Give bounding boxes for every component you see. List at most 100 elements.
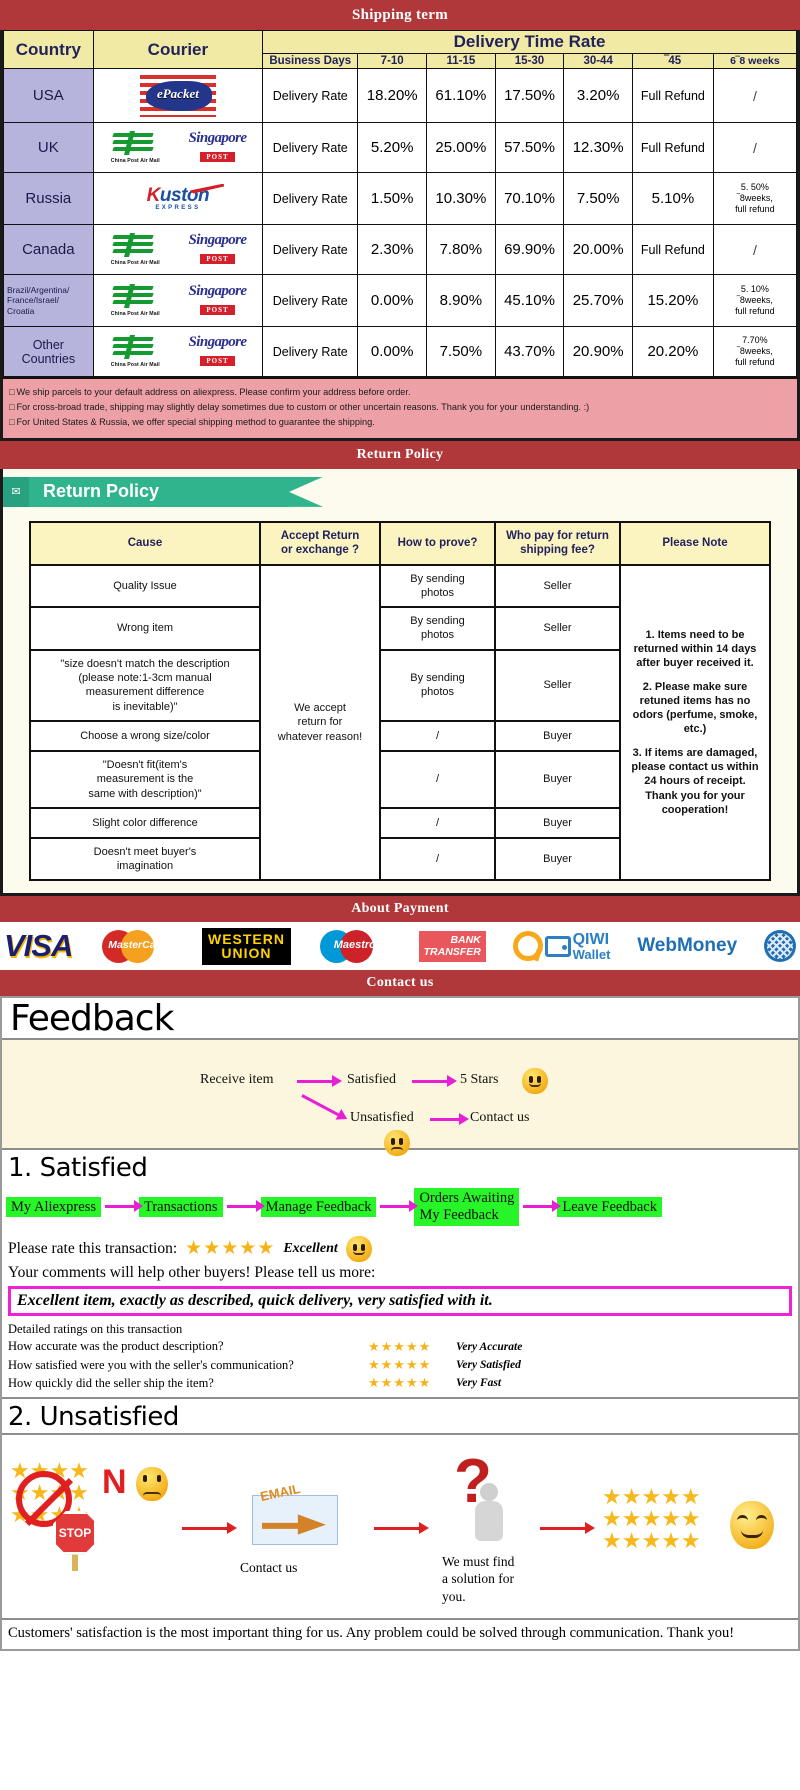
rating-answer: Very Accurate [456, 1341, 523, 1354]
kuston-express-logo: Kuston EXPRESS [129, 183, 226, 212]
country-name: Brazil/Argentina/ France/Israel/ Croatia [3, 274, 94, 327]
visa-logo: VISA [4, 926, 73, 966]
rate-11-15: 61.10% [426, 68, 496, 123]
payer-cell: Buyer [494, 719, 621, 752]
payer-cell: Seller [494, 606, 621, 651]
rating-answer: Very Fast [456, 1377, 502, 1390]
comment-box[interactable]: Excellent item, exactly as described, qu… [8, 1285, 792, 1316]
email-envelope-icon: EMAIL [250, 1481, 342, 1549]
step-orders-awaiting[interactable]: Orders Awaiting My Feedback [414, 1188, 520, 1226]
prove-cell: By sending photos [379, 606, 496, 651]
header-delivery-time-rate: Delivery Time Rate [262, 30, 797, 54]
maestro-label: Maestro [333, 939, 376, 952]
arrow-to-good-rating [540, 1521, 595, 1534]
rate-label: Delivery Rate [262, 224, 359, 275]
rate-15-30: 69.90% [494, 224, 565, 275]
person-icon [472, 1482, 506, 1545]
table-row: Other Countries China Post Air Mail Sing… [3, 326, 798, 377]
rate-over-45: 15.20% [631, 274, 714, 327]
singapore-post-logo: Singapore POST [188, 283, 247, 315]
list-item: How accurate was the product description… [8, 1338, 792, 1356]
visa-label: VISA [4, 928, 73, 964]
country-name: USA [3, 68, 94, 123]
step-arrow-icon [380, 1200, 419, 1213]
rate-over-45: 5.10% [631, 172, 714, 225]
big-smile-icon [730, 1500, 774, 1549]
rate-30-44: 20.90% [563, 326, 633, 377]
rate-30-44: 3.20% [563, 68, 633, 123]
step-transactions[interactable]: Transactions [138, 1196, 223, 1218]
return-policy-container: ✉ Return Policy Cause Accept Return or e… [0, 468, 800, 897]
rate-over-45: Full Refund [631, 122, 714, 173]
rate-15-30: 45.10% [494, 274, 565, 327]
china-post-air-mail-logo: China Post Air Mail [103, 284, 167, 317]
mail-icon: ✉ [3, 476, 29, 507]
return-policy-banner: Return Policy [0, 440, 800, 469]
rate-label: Delivery Rate [262, 122, 359, 173]
header-range-over-45: ‾45 [631, 53, 714, 69]
tell-us-more-text: Your comments will help other buyers! Pl… [8, 1263, 376, 1281]
rate-11-15: 7.80% [426, 224, 496, 275]
good-rating-stars: ★★★★★ [602, 1527, 701, 1553]
arrow-receive-to-satisfied [297, 1075, 342, 1088]
header-range-11-15: 11-15 [426, 53, 496, 69]
step-leave-feedback[interactable]: Leave Feedback [557, 1196, 662, 1218]
rate-11-15: 8.90% [426, 274, 496, 327]
rate-30-44: 7.50% [563, 172, 633, 225]
rating-stars[interactable]: ★★★★★ [185, 1239, 275, 1258]
mastercard-label: MasterCard [108, 939, 167, 952]
return-policy-ribbon-label: Return Policy [29, 476, 289, 507]
step-manage-feedback[interactable]: Manage Feedback [260, 1196, 377, 1218]
table-row: Russia Kuston EXPRESS Delivery Rate 1.50… [3, 172, 798, 225]
bank-transfer-label-2: TRANSFER [423, 946, 481, 959]
prove-cell: By sending photos [379, 563, 496, 609]
flow-contact-us: Contact us [470, 1110, 530, 1126]
mastercard-logo: MasterCard [99, 926, 175, 966]
qiwi-label-1: QIWI [572, 930, 610, 948]
note-item: 3. If items are damaged, please contact … [631, 746, 759, 816]
bank-transfer-label-1: BANK [450, 933, 481, 946]
rating-question: How quickly did the seller ship the item… [8, 1375, 214, 1390]
epacket-logo: ePacket [138, 73, 217, 118]
singapore-post-logo: Singapore POST [188, 232, 247, 264]
header-range-6-8-weeks: 6‾8 weeks [712, 53, 798, 69]
disclaimer-line: For cross-broad trade, shipping may slig… [9, 400, 791, 415]
feedback-title: Feedback [10, 998, 174, 1040]
courier-logos: China Post Air Mail Singapore POST [92, 326, 264, 377]
step-my-aliexpress[interactable]: My Aliexpress [6, 1196, 101, 1218]
qiwi-circle-icon [512, 931, 543, 962]
rate-30-44: 20.00% [563, 224, 633, 275]
maestro-logo: Maestro [318, 926, 392, 966]
cause-cell: Quality Issue [29, 563, 261, 609]
header-range-30-44: 30-44 [563, 53, 633, 69]
happy-face-icon [345, 1235, 372, 1262]
rate-7-10: 18.20% [357, 68, 428, 123]
detailed-ratings: Detailed ratings on this transaction How… [2, 1321, 798, 1397]
arrow-satisfied-to-stars [412, 1075, 457, 1088]
header-range-7-10: 7-10 [357, 53, 428, 69]
rate-30-44: 12.30% [563, 122, 633, 173]
prove-cell: / [379, 719, 496, 752]
rate-label: Delivery Rate [262, 68, 359, 123]
payer-cell: Buyer [494, 836, 621, 882]
accept-return-cell: We accept return for whatever reason! [259, 563, 381, 882]
unsatisfied-flow-diagram: ★★★★ ★★★★ ★★★★ N STOP EMAIL Contact us ?… [2, 1432, 798, 1618]
rating-stars[interactable]: ★★★★★ [368, 1374, 456, 1392]
unsatisfied-heading: 2. Unsatisfied [2, 1396, 798, 1433]
prove-cell: / [379, 749, 496, 809]
step-arrow-icon [104, 1200, 143, 1213]
rating-stars[interactable]: ★★★★★ [368, 1338, 456, 1356]
country-name: UK [3, 122, 94, 173]
flow-satisfied: Satisfied [347, 1072, 396, 1088]
disclaimer-line: We ship parcels to your default address … [9, 385, 791, 400]
flow-five-stars: 5 Stars [460, 1072, 499, 1088]
qiwi-wallet-logo: QIWI Wallet [512, 926, 610, 966]
flow-unsatisfied: Unsatisfied [350, 1110, 414, 1126]
rating-stars[interactable]: ★★★★★ [368, 1356, 456, 1374]
header-accept: Accept Return or exchange ? [259, 520, 381, 566]
letter-n-label: N [102, 1462, 127, 1501]
arrow-receive-to-unsatisfied [301, 1094, 340, 1117]
closing-message: Customers' satisfaction is the most impo… [2, 1617, 798, 1650]
rate-transaction-line: Please rate this transaction: ★★★★★ Exce… [2, 1232, 798, 1262]
wallet-icon [544, 935, 571, 957]
